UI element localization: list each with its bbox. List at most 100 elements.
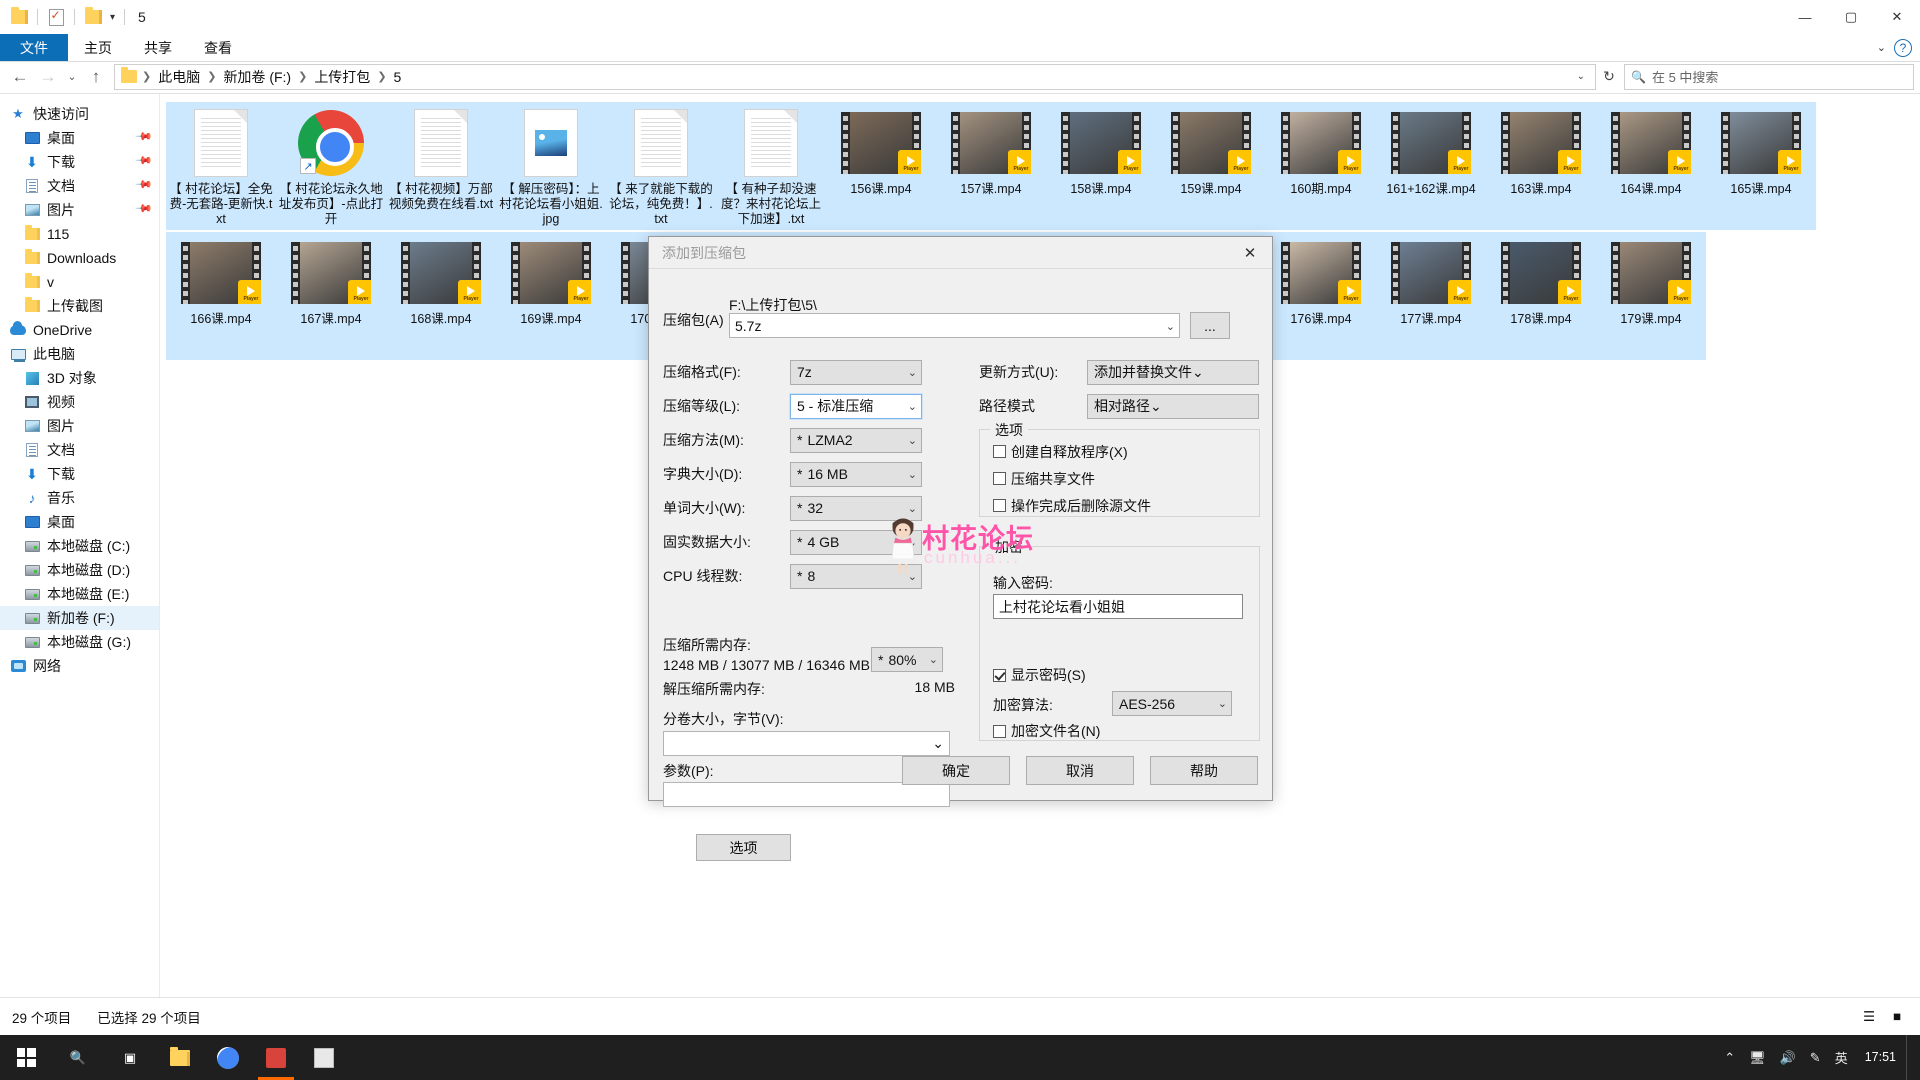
- memory-percent-combo[interactable]: * 80% ⌄: [871, 647, 943, 672]
- sidebar-item-2[interactable]: ⬇下载: [0, 150, 159, 174]
- file-tile[interactable]: Player158课.mp4: [1046, 102, 1156, 230]
- split-size-input[interactable]: ⌄: [663, 731, 950, 756]
- option-checkbox-row-2[interactable]: 操作完成后删除源文件: [980, 492, 1259, 519]
- file-tile[interactable]: ↗【 村花论坛永久地址发布页】-点此打开: [276, 102, 386, 230]
- encrypt-filenames-checkbox[interactable]: [993, 725, 1006, 738]
- field-combo[interactable]: *16 MB⌄: [790, 462, 922, 487]
- sidebar-item-18[interactable]: 本地磁盘 (C:): [0, 534, 159, 558]
- sidebar-item-9[interactable]: OneDrive: [0, 318, 159, 342]
- checkbox[interactable]: [993, 445, 1006, 458]
- checkbox[interactable]: [993, 472, 1006, 485]
- close-button[interactable]: ✕: [1874, 0, 1920, 34]
- file-tile[interactable]: Player160期.mp4: [1266, 102, 1376, 230]
- help-button[interactable]: 帮助: [1150, 756, 1258, 785]
- search-input[interactable]: 🔍 在 5 中搜索: [1624, 64, 1914, 90]
- field-combo[interactable]: *4 GB⌄: [790, 530, 922, 555]
- field-combo[interactable]: *8⌄: [790, 564, 922, 589]
- up-button[interactable]: ↑: [82, 64, 110, 90]
- field-combo[interactable]: *32⌄: [790, 496, 922, 521]
- update-mode-combo[interactable]: 添加并替换文件 ⌄: [1087, 360, 1259, 385]
- task-view-icon[interactable]: ▣: [104, 1035, 156, 1080]
- option-checkbox-row-1[interactable]: 压缩共享文件: [980, 465, 1259, 492]
- large-icons-view-button[interactable]: ■: [1884, 1005, 1910, 1029]
- chevron-down-icon[interactable]: ▾: [106, 12, 119, 23]
- new-folder-icon[interactable]: [80, 4, 106, 30]
- file-tile[interactable]: Player159课.mp4: [1156, 102, 1266, 230]
- field-combo[interactable]: 7z⌄: [790, 360, 922, 385]
- sidebar-item-0[interactable]: ★快速访问: [0, 102, 159, 126]
- file-tile[interactable]: Player161+162课.mp4: [1376, 102, 1486, 230]
- sidebar-item-20[interactable]: 本地磁盘 (E:): [0, 582, 159, 606]
- file-tile[interactable]: Player166课.mp4: [166, 232, 276, 360]
- pen-icon[interactable]: ✎: [1803, 1035, 1828, 1080]
- sidebar-item-10[interactable]: 此电脑: [0, 342, 159, 366]
- sidebar-item-1[interactable]: 桌面: [0, 126, 159, 150]
- tab-home[interactable]: 主页: [68, 34, 128, 61]
- chevron-up-icon[interactable]: ⌃: [1717, 1035, 1742, 1080]
- tab-view[interactable]: 查看: [188, 34, 248, 61]
- taskbar-app-other[interactable]: [300, 1035, 348, 1080]
- file-tile[interactable]: Player163课.mp4: [1486, 102, 1596, 230]
- path-mode-combo[interactable]: 相对路径 ⌄: [1087, 394, 1259, 419]
- parameters-input[interactable]: [663, 782, 950, 807]
- file-tile[interactable]: Player177课.mp4: [1376, 232, 1486, 360]
- sidebar-item-22[interactable]: 本地磁盘 (G:): [0, 630, 159, 654]
- monitor-icon[interactable]: 🖥: [1742, 1035, 1773, 1080]
- navigation-pane[interactable]: ★快速访问桌面📌⬇下载📌文档📌图片📌115Downloadsv上传截图OneDr…: [0, 94, 160, 997]
- sidebar-item-17[interactable]: 桌面: [0, 510, 159, 534]
- taskbar-search-icon[interactable]: 🔍: [52, 1035, 104, 1080]
- file-tile[interactable]: 【 来了就能下载的论坛，纯免费！】.txt: [606, 102, 716, 230]
- file-tile[interactable]: 【 村花视频】万部视频免费在线看.txt: [386, 102, 496, 230]
- encrypt-filenames-row[interactable]: 加密文件名(N): [993, 721, 1100, 741]
- back-button[interactable]: ←: [6, 64, 34, 90]
- field-combo[interactable]: 5 - 标准压缩⌄: [790, 394, 922, 419]
- file-tile[interactable]: 【 解压密码】：上村花论坛看小姐姐.jpg: [496, 102, 606, 230]
- archive-name-input[interactable]: 5.7z ⌄: [729, 313, 1180, 338]
- sidebar-item-4[interactable]: 图片: [0, 198, 159, 222]
- sidebar-item-7[interactable]: v: [0, 270, 159, 294]
- sidebar-item-14[interactable]: 文档: [0, 438, 159, 462]
- file-tile[interactable]: Player178课.mp4: [1486, 232, 1596, 360]
- sidebar-item-5[interactable]: 115: [0, 222, 159, 246]
- taskbar-app-file-explorer[interactable]: [156, 1035, 204, 1080]
- minimize-button[interactable]: —: [1782, 0, 1828, 34]
- show-password-row[interactable]: 显示密码(S): [993, 665, 1086, 685]
- refresh-button[interactable]: ↻: [1596, 64, 1622, 90]
- chevron-down-icon[interactable]: ⌄: [1166, 320, 1175, 333]
- ok-button[interactable]: 确定: [902, 756, 1010, 785]
- file-tile[interactable]: Player167课.mp4: [276, 232, 386, 360]
- file-tile[interactable]: Player168课.mp4: [386, 232, 496, 360]
- taskbar-app-7zip[interactable]: [252, 1035, 300, 1080]
- algorithm-combo[interactable]: AES-256 ⌄: [1112, 691, 1232, 716]
- sidebar-item-6[interactable]: Downloads: [0, 246, 159, 270]
- breadcrumb-this-pc[interactable]: 此电脑: [152, 67, 206, 87]
- options-button[interactable]: 选项: [696, 834, 791, 861]
- sidebar-item-12[interactable]: 视频: [0, 390, 159, 414]
- sidebar-item-23[interactable]: 网络: [0, 654, 159, 678]
- start-button[interactable]: [0, 1035, 52, 1080]
- ime-indicator[interactable]: 英: [1828, 1035, 1855, 1080]
- volume-icon[interactable]: 🔊: [1773, 1035, 1803, 1080]
- dialog-close-button[interactable]: ✕: [1228, 237, 1272, 268]
- sidebar-item-19[interactable]: 本地磁盘 (D:): [0, 558, 159, 582]
- maximize-button[interactable]: ▢: [1828, 0, 1874, 34]
- tab-share[interactable]: 共享: [128, 34, 188, 61]
- add-to-archive-dialog[interactable]: 添加到压缩包 ✕ 压缩包(A) F:\上传打包\5\ 5.7z ⌄ ... 压缩…: [648, 236, 1273, 801]
- file-tile[interactable]: Player165课.mp4: [1706, 102, 1816, 230]
- sidebar-item-15[interactable]: ⬇下载: [0, 462, 159, 486]
- file-tile[interactable]: Player164课.mp4: [1596, 102, 1706, 230]
- file-tile[interactable]: Player156课.mp4: [826, 102, 936, 230]
- collapse-ribbon-icon[interactable]: ⌄: [1869, 41, 1894, 54]
- help-icon[interactable]: ?: [1894, 39, 1912, 57]
- password-input[interactable]: 上村花论坛看小姐姐: [993, 594, 1243, 619]
- details-view-button[interactable]: ☰: [1856, 1005, 1882, 1029]
- breadcrumb[interactable]: ❯ 此电脑 ❯ 新加卷 (F:) ❯ 上传打包 ❯ 5 ⌄: [114, 64, 1596, 90]
- file-tile[interactable]: 【 有种子却没速度？来村花论坛上下加速】.txt: [716, 102, 826, 230]
- sidebar-item-13[interactable]: 图片: [0, 414, 159, 438]
- file-tile[interactable]: Player157课.mp4: [936, 102, 1046, 230]
- breadcrumb-folder[interactable]: 上传打包: [308, 67, 376, 87]
- sidebar-item-16[interactable]: ♪音乐: [0, 486, 159, 510]
- show-password-checkbox[interactable]: [993, 669, 1006, 682]
- sidebar-item-11[interactable]: 3D 对象: [0, 366, 159, 390]
- sidebar-item-21[interactable]: 新加卷 (F:): [0, 606, 159, 630]
